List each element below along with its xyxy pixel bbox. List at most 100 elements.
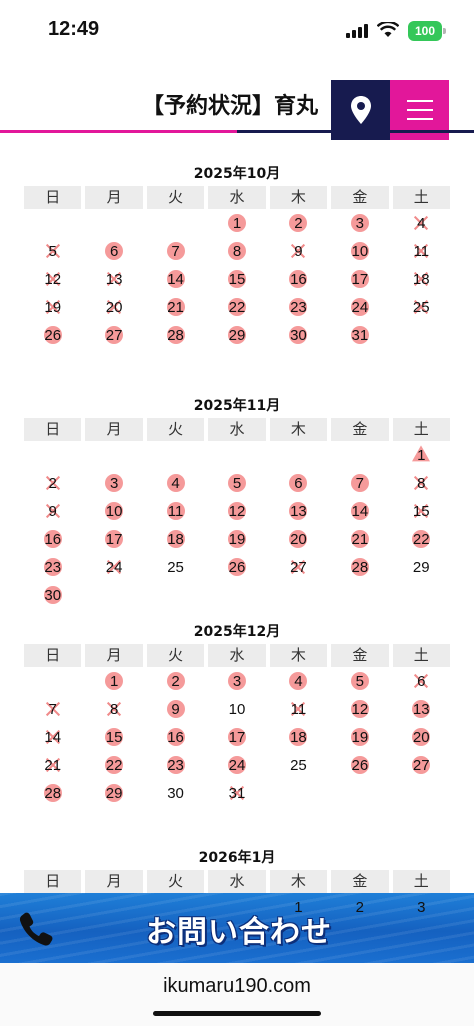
day-number: 31: [351, 326, 369, 344]
calendar-day[interactable]: 20: [393, 723, 450, 751]
contact-button[interactable]: お問い合わせ: [0, 893, 474, 963]
calendar-day[interactable]: 14: [331, 497, 388, 525]
weekday-label: 日: [24, 418, 82, 441]
calendar-day[interactable]: 6: [270, 469, 327, 497]
calendar-day[interactable]: 13: [270, 497, 327, 525]
calendar-day[interactable]: 22: [85, 751, 142, 779]
calendar-day[interactable]: 7: [331, 469, 388, 497]
calendar-day[interactable]: 19: [24, 293, 81, 321]
day-number: 7: [171, 242, 180, 260]
empty-day-cell: [147, 209, 204, 237]
calendar-day[interactable]: 13: [85, 265, 142, 293]
calendar-day[interactable]: 31: [331, 321, 388, 349]
calendar-day[interactable]: 9: [24, 497, 81, 525]
calendar-day[interactable]: 23: [24, 553, 81, 581]
calendar-day[interactable]: 16: [147, 723, 204, 751]
calendar-day[interactable]: 3: [85, 469, 142, 497]
calendar-day[interactable]: 31: [208, 779, 265, 807]
calendar-day[interactable]: 13: [393, 695, 450, 723]
calendar-day[interactable]: 20: [85, 293, 142, 321]
calendar-day[interactable]: 7: [147, 237, 204, 265]
calendar-day[interactable]: 8: [208, 237, 265, 265]
calendar-day[interactable]: 30: [270, 321, 327, 349]
calendar-day[interactable]: 28: [147, 321, 204, 349]
calendar-day[interactable]: 27: [85, 321, 142, 349]
calendar-day[interactable]: 4: [147, 469, 204, 497]
calendar-day[interactable]: 30: [24, 581, 81, 609]
calendar-day[interactable]: 16: [270, 265, 327, 293]
calendar-day[interactable]: 24: [331, 293, 388, 321]
calendar-day[interactable]: 14: [24, 723, 81, 751]
calendar-day[interactable]: 2: [147, 667, 204, 695]
calendar-day[interactable]: 11: [270, 695, 327, 723]
calendar-day[interactable]: 4: [393, 209, 450, 237]
calendar-day[interactable]: 28: [24, 779, 81, 807]
calendar-day[interactable]: 19: [331, 723, 388, 751]
calendar-day[interactable]: 26: [208, 553, 265, 581]
calendar-day[interactable]: 25: [393, 293, 450, 321]
calendar-day[interactable]: 11: [393, 237, 450, 265]
calendar-day[interactable]: 17: [331, 265, 388, 293]
calendar-day[interactable]: 21: [24, 751, 81, 779]
calendar-day[interactable]: 11: [147, 497, 204, 525]
calendar-day[interactable]: 23: [147, 751, 204, 779]
calendar-day[interactable]: 17: [85, 525, 142, 553]
calendar-day[interactable]: 5: [24, 237, 81, 265]
calendar-day[interactable]: 18: [393, 265, 450, 293]
calendar-day[interactable]: 26: [24, 321, 81, 349]
calendar-day[interactable]: 18: [147, 525, 204, 553]
calendar-day[interactable]: 22: [208, 293, 265, 321]
calendar-day[interactable]: 2: [24, 469, 81, 497]
calendar-day[interactable]: 8: [393, 469, 450, 497]
day-number: 18: [167, 530, 184, 548]
calendar-day[interactable]: 18: [270, 723, 327, 751]
calendar-day[interactable]: 4: [270, 667, 327, 695]
day-number: 12: [228, 502, 246, 520]
calendar-day[interactable]: 1: [393, 441, 450, 469]
calendar-day[interactable]: 7: [24, 695, 81, 723]
calendar-day[interactable]: 24: [208, 751, 265, 779]
calendar-day[interactable]: 23: [270, 293, 327, 321]
calendar-day[interactable]: 15: [393, 497, 450, 525]
calendar-day[interactable]: 10: [85, 497, 142, 525]
calendar-day[interactable]: 12: [208, 497, 265, 525]
home-indicator[interactable]: [153, 1011, 321, 1016]
calendar-day[interactable]: 17: [208, 723, 265, 751]
calendar-day[interactable]: 10: [331, 237, 388, 265]
wifi-icon: [377, 22, 399, 37]
browser-address-bar[interactable]: ikumaru190.com: [0, 963, 474, 1026]
calendar-day[interactable]: 20: [270, 525, 327, 553]
calendar-day[interactable]: 1: [208, 209, 265, 237]
calendar-day[interactable]: 24: [85, 553, 142, 581]
calendar-day[interactable]: 21: [147, 293, 204, 321]
day-number: 8: [109, 700, 119, 718]
calendar-day[interactable]: 3: [331, 209, 388, 237]
calendar-day[interactable]: 21: [331, 525, 388, 553]
calendar-day[interactable]: 3: [208, 667, 265, 695]
calendar-day[interactable]: 5: [331, 667, 388, 695]
calendar-day[interactable]: 16: [24, 525, 81, 553]
calendar-day[interactable]: 28: [331, 553, 388, 581]
calendar-day[interactable]: 9: [147, 695, 204, 723]
calendar-day[interactable]: 27: [393, 751, 450, 779]
calendar-day[interactable]: 6: [85, 237, 142, 265]
calendar-day[interactable]: 29: [85, 779, 142, 807]
calendar-day[interactable]: 14: [147, 265, 204, 293]
calendar-day[interactable]: 22: [393, 525, 450, 553]
calendar-day[interactable]: 26: [331, 751, 388, 779]
calendar-day[interactable]: 9: [270, 237, 327, 265]
calendar-day[interactable]: 6: [393, 667, 450, 695]
calendar-day[interactable]: 8: [85, 695, 142, 723]
calendar-day[interactable]: 12: [331, 695, 388, 723]
calendar-day[interactable]: 1: [85, 667, 142, 695]
calendar-day[interactable]: 12: [24, 265, 81, 293]
calendar-day[interactable]: 19: [208, 525, 265, 553]
day-number: 7: [355, 474, 365, 492]
calendar-day[interactable]: 15: [85, 723, 142, 751]
calendar-day[interactable]: 27: [270, 553, 327, 581]
calendar-day[interactable]: 5: [208, 469, 265, 497]
calendar-day[interactable]: 15: [208, 265, 265, 293]
calendar-day[interactable]: 29: [208, 321, 265, 349]
calendar-day[interactable]: 2: [270, 209, 327, 237]
day-number: 11: [167, 502, 184, 520]
